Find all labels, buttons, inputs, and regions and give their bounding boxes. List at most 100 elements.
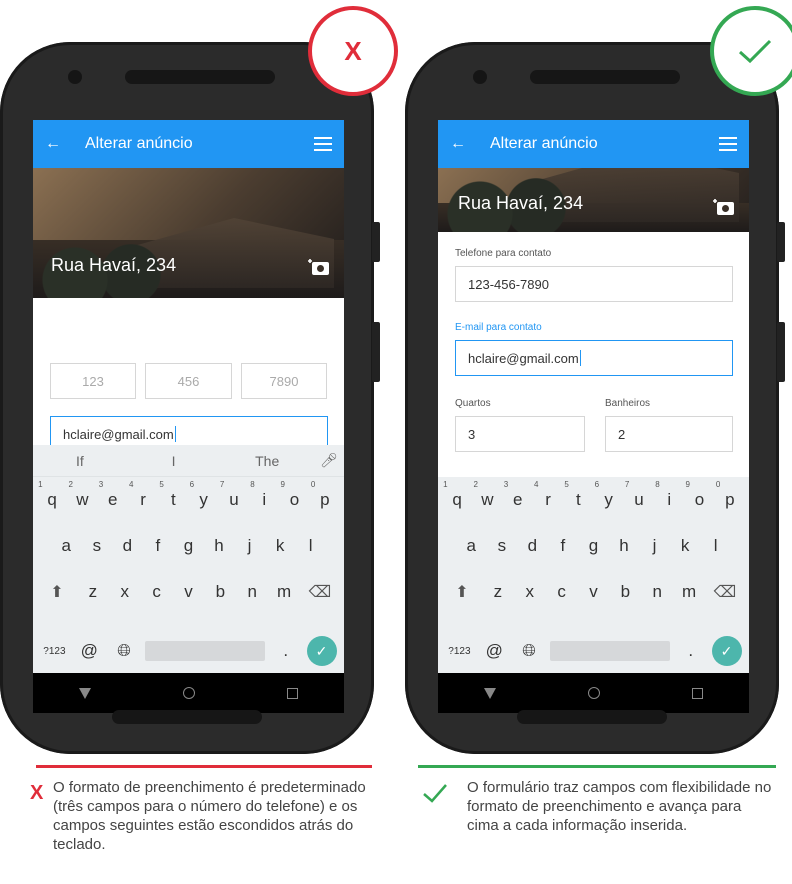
symbols-key[interactable]: ?123 [445,646,473,657]
key[interactable]: 9o [686,480,714,510]
key[interactable]: v [174,582,202,602]
key[interactable]: 1q [443,480,471,510]
suggestion-item[interactable]: I [127,453,221,469]
key[interactable]: n [238,582,266,602]
space-bar[interactable] [144,641,265,661]
key[interactable]: 8i [655,480,683,510]
key[interactable]: l [702,536,730,556]
key[interactable]: c [143,582,171,602]
phone-prefix-field[interactable]: 456 [145,363,232,399]
globe-icon[interactable]: 🌐︎ [515,641,543,661]
key[interactable]: 8i [250,480,278,510]
back-triangle-icon[interactable] [79,687,91,699]
phone-suffix-field[interactable]: 7890 [241,363,327,399]
key[interactable]: b [206,582,234,602]
key[interactable]: 3e [99,480,127,510]
keyboard-row: a s d f g h j k l [33,523,344,569]
key[interactable]: n [643,582,671,602]
key[interactable]: v [579,582,607,602]
key[interactable]: d [113,536,141,556]
app-bar: ← Alterar anúncio [33,120,344,168]
key[interactable]: f [144,536,172,556]
listing-photo: Rua Havaí, 234 [438,168,749,232]
recents-square-icon[interactable] [692,687,703,699]
key[interactable]: c [548,582,576,602]
key[interactable]: 9o [281,480,309,510]
shift-key-icon[interactable]: ⬆ [444,582,480,602]
period-key[interactable]: . [272,641,300,661]
bottom-speaker [112,710,262,724]
backspace-key-icon[interactable]: ⌫ [302,582,338,602]
key[interactable]: l [297,536,325,556]
rooms-select[interactable]: 3 [455,416,585,452]
key[interactable]: a [52,536,80,556]
hamburger-menu-icon[interactable] [719,137,737,151]
symbols-key[interactable]: ?123 [40,646,68,657]
enter-check-icon[interactable]: ✓ [711,636,742,666]
key[interactable]: 2w [68,480,96,510]
back-arrow-icon[interactable]: ← [450,135,490,153]
key[interactable]: m [675,582,703,602]
add-photo-icon[interactable] [713,198,735,216]
key[interactable]: 3e [504,480,532,510]
key[interactable]: m [270,582,298,602]
suggestion-item[interactable]: The [220,453,314,469]
key[interactable]: 7u [625,480,653,510]
key[interactable]: h [610,536,638,556]
key[interactable]: d [518,536,546,556]
listing-photo: Rua Havaí, 234 [33,168,344,298]
back-triangle-icon[interactable] [484,687,496,699]
home-circle-icon[interactable] [183,687,195,699]
shift-key-icon[interactable]: ⬆ [39,582,75,602]
baths-select[interactable]: 2 [605,416,733,452]
at-key[interactable]: @ [75,641,103,661]
key[interactable]: 4r [129,480,157,510]
backspace-key-icon[interactable]: ⌫ [707,582,743,602]
back-arrow-icon[interactable]: ← [45,135,85,153]
enter-check-icon[interactable]: ✓ [306,636,337,666]
text-caret [579,350,581,366]
key[interactable]: s [488,536,516,556]
period-key[interactable]: . [677,641,705,661]
front-camera [473,70,487,84]
key[interactable]: x [111,582,139,602]
key[interactable]: 2w [473,480,501,510]
key[interactable]: 6y [190,480,218,510]
key[interactable]: 5t [564,480,592,510]
suggestion-item[interactable]: If [33,453,127,469]
key[interactable]: 0p [716,480,744,510]
app-bar: ← Alterar anúncio [438,120,749,168]
key[interactable]: b [611,582,639,602]
recents-square-icon[interactable] [287,687,298,699]
microphone-icon[interactable]: 🎤︎ [314,452,344,469]
check-mark-icon [423,784,447,803]
key[interactable]: 4r [534,480,562,510]
hamburger-menu-icon[interactable] [314,137,332,151]
key[interactable]: a [457,536,485,556]
key[interactable]: g [579,536,607,556]
key[interactable]: f [549,536,577,556]
key[interactable]: k [266,536,294,556]
globe-icon[interactable]: 🌐︎ [110,641,138,661]
key[interactable]: 0p [311,480,339,510]
key[interactable]: j [641,536,669,556]
key[interactable]: z [484,582,512,602]
key[interactable]: x [516,582,544,602]
key[interactable]: k [671,536,699,556]
key[interactable]: 5t [159,480,187,510]
phone-area-field[interactable]: 123 [50,363,136,399]
key[interactable]: j [236,536,264,556]
key[interactable]: s [83,536,111,556]
key[interactable]: g [174,536,202,556]
key[interactable]: z [79,582,107,602]
key[interactable]: 1q [38,480,66,510]
home-circle-icon[interactable] [588,687,600,699]
at-key[interactable]: @ [480,641,508,661]
phone-field[interactable]: 123-456-7890 [455,266,733,302]
space-bar[interactable] [549,641,670,661]
key[interactable]: 7u [220,480,248,510]
email-field[interactable]: hclaire@gmail.com [455,340,733,376]
add-photo-icon[interactable] [308,258,330,276]
key[interactable]: h [205,536,233,556]
key[interactable]: 6y [595,480,623,510]
